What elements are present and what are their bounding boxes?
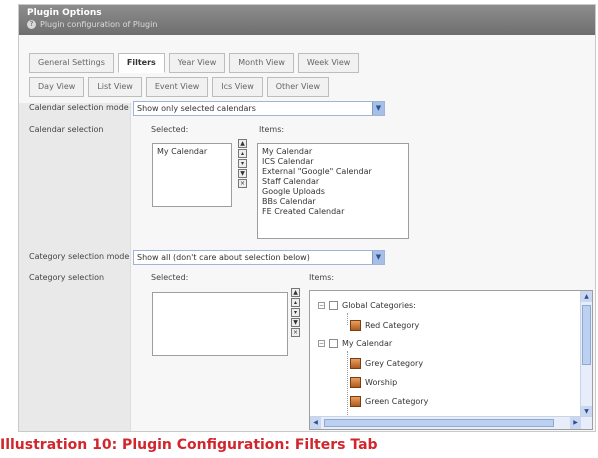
calendar-move-buttons: ▲ ▴ ▾ ▼ × <box>238 139 247 188</box>
list-item[interactable]: BBs Calendar <box>262 197 404 207</box>
category-move-buttons: ▲ ▴ ▾ ▼ × <box>291 288 300 337</box>
list-item[interactable]: My Calendar <box>262 147 404 157</box>
tree-node-global[interactable]: − Global Categories: <box>318 301 416 310</box>
category-mode-select[interactable]: Show all (don't care about selection bel… <box>133 250 385 265</box>
tab-filters[interactable]: Filters <box>117 53 165 73</box>
tree-node-red-category[interactable]: Red Category <box>350 320 419 331</box>
calendar-icon <box>350 358 361 369</box>
move-up-button[interactable]: ▴ <box>291 298 300 307</box>
tab-ics-view[interactable]: Ics View <box>212 77 263 97</box>
calendar-selection-label: Calendar selection <box>29 125 104 134</box>
tab-year-view[interactable]: Year View <box>168 53 226 73</box>
tab-row-2: Day View List View Event View Ics View O… <box>19 77 329 99</box>
tab-other-view[interactable]: Other View <box>266 77 329 97</box>
tree-horizontal-scrollbar[interactable]: ◀ ▶ <box>310 416 592 429</box>
checkbox-icon[interactable] <box>329 301 338 310</box>
calendar-icon <box>350 396 361 407</box>
category-selected-label: Selected: <box>151 273 189 282</box>
list-item[interactable]: External "Google" Calendar <box>262 167 404 177</box>
move-top-button[interactable]: ▲ <box>291 288 300 297</box>
list-item[interactable]: Google Uploads <box>262 187 404 197</box>
label-column <box>19 103 131 431</box>
tab-week-view[interactable]: Week View <box>297 53 360 73</box>
tab-day-view[interactable]: Day View <box>29 77 85 97</box>
calendar-mode-value: Show only selected calendars <box>137 104 256 113</box>
panel-title: Plugin Options <box>27 8 102 18</box>
panel-subtitle-row: ? Plugin configuration of Plugin <box>27 20 587 29</box>
tree-node-my-calendar[interactable]: − My Calendar <box>318 339 392 348</box>
scrollbar-thumb[interactable] <box>324 419 554 427</box>
tree-node-label: My Calendar <box>342 339 393 348</box>
collapse-icon[interactable]: − <box>318 302 325 309</box>
plugin-options-panel: Plugin Options ? Plugin configuration of… <box>18 4 596 432</box>
calendar-items-list[interactable]: My Calendar ICS Calendar External "Googl… <box>257 143 409 239</box>
calendar-selected-list[interactable]: My Calendar <box>152 143 232 207</box>
tree-node-worship[interactable]: Worship <box>350 377 397 388</box>
calendar-mode-select[interactable]: Show only selected calendars ▼ <box>133 101 385 116</box>
tree-node-label: Green Category <box>365 397 429 406</box>
tab-month-view[interactable]: Month View <box>229 53 294 73</box>
category-mode-value: Show all (don't care about selection bel… <box>137 253 310 262</box>
tree-node-green-category[interactable]: Green Category <box>350 396 428 407</box>
calendar-icon <box>350 377 361 388</box>
tab-event-view[interactable]: Event View <box>145 77 209 97</box>
scroll-left-icon[interactable]: ◀ <box>310 417 321 429</box>
chevron-down-icon[interactable]: ▼ <box>372 102 384 115</box>
tree-node-grey-category[interactable]: Grey Category <box>350 358 423 369</box>
calendar-mode-label: Calendar selection mode <box>29 103 129 112</box>
panel-subtitle: Plugin configuration of Plugin <box>40 20 158 29</box>
move-down-button[interactable]: ▾ <box>238 159 247 168</box>
calendar-selected-label: Selected: <box>151 125 189 134</box>
list-item[interactable]: My Calendar <box>157 147 227 157</box>
collapse-icon[interactable]: − <box>318 340 325 347</box>
list-item[interactable]: ICS Calendar <box>262 157 404 167</box>
move-up-button[interactable]: ▴ <box>238 149 247 158</box>
scroll-up-icon[interactable]: ▲ <box>581 291 592 302</box>
help-icon[interactable]: ? <box>27 20 36 29</box>
category-selected-list[interactable] <box>152 292 288 356</box>
calendar-items-label: Items: <box>259 125 285 134</box>
list-item[interactable]: Staff Calendar <box>262 177 404 187</box>
tree-node-label: Global Categories: <box>342 301 416 310</box>
tree-node-label: Grey Category <box>365 359 424 368</box>
remove-button[interactable]: × <box>291 328 300 337</box>
panel-header: Plugin Options ? Plugin configuration of… <box>19 5 595 35</box>
move-bottom-button[interactable]: ▼ <box>238 169 247 178</box>
category-tree[interactable]: − Global Categories: Red Category − My C… <box>309 290 593 430</box>
category-items-label: Items: <box>309 273 335 282</box>
tab-list-view[interactable]: List View <box>88 77 142 97</box>
scrollbar-thumb[interactable] <box>582 305 591 365</box>
category-mode-label: Category selection mode <box>29 252 130 261</box>
chevron-down-icon[interactable]: ▼ <box>372 251 384 264</box>
tab-row-1: General Settings Filters Year View Month… <box>19 53 360 75</box>
list-item[interactable]: FE Created Calendar <box>262 207 404 217</box>
checkbox-icon[interactable] <box>329 339 338 348</box>
tab-general-settings[interactable]: General Settings <box>29 53 114 73</box>
move-bottom-button[interactable]: ▼ <box>291 318 300 327</box>
remove-button[interactable]: × <box>238 179 247 188</box>
move-top-button[interactable]: ▲ <box>238 139 247 148</box>
move-down-button[interactable]: ▾ <box>291 308 300 317</box>
calendar-icon <box>350 320 361 331</box>
tree-node-label: Worship <box>365 378 398 387</box>
tree-node-label: Red Category <box>365 321 420 330</box>
tree-vertical-scrollbar[interactable]: ▲ ▼ <box>580 291 592 417</box>
figure-caption: Illustration 10: Plugin Configuration: F… <box>0 437 378 453</box>
scroll-right-icon[interactable]: ▶ <box>570 417 581 429</box>
category-selection-label: Category selection <box>29 273 105 282</box>
